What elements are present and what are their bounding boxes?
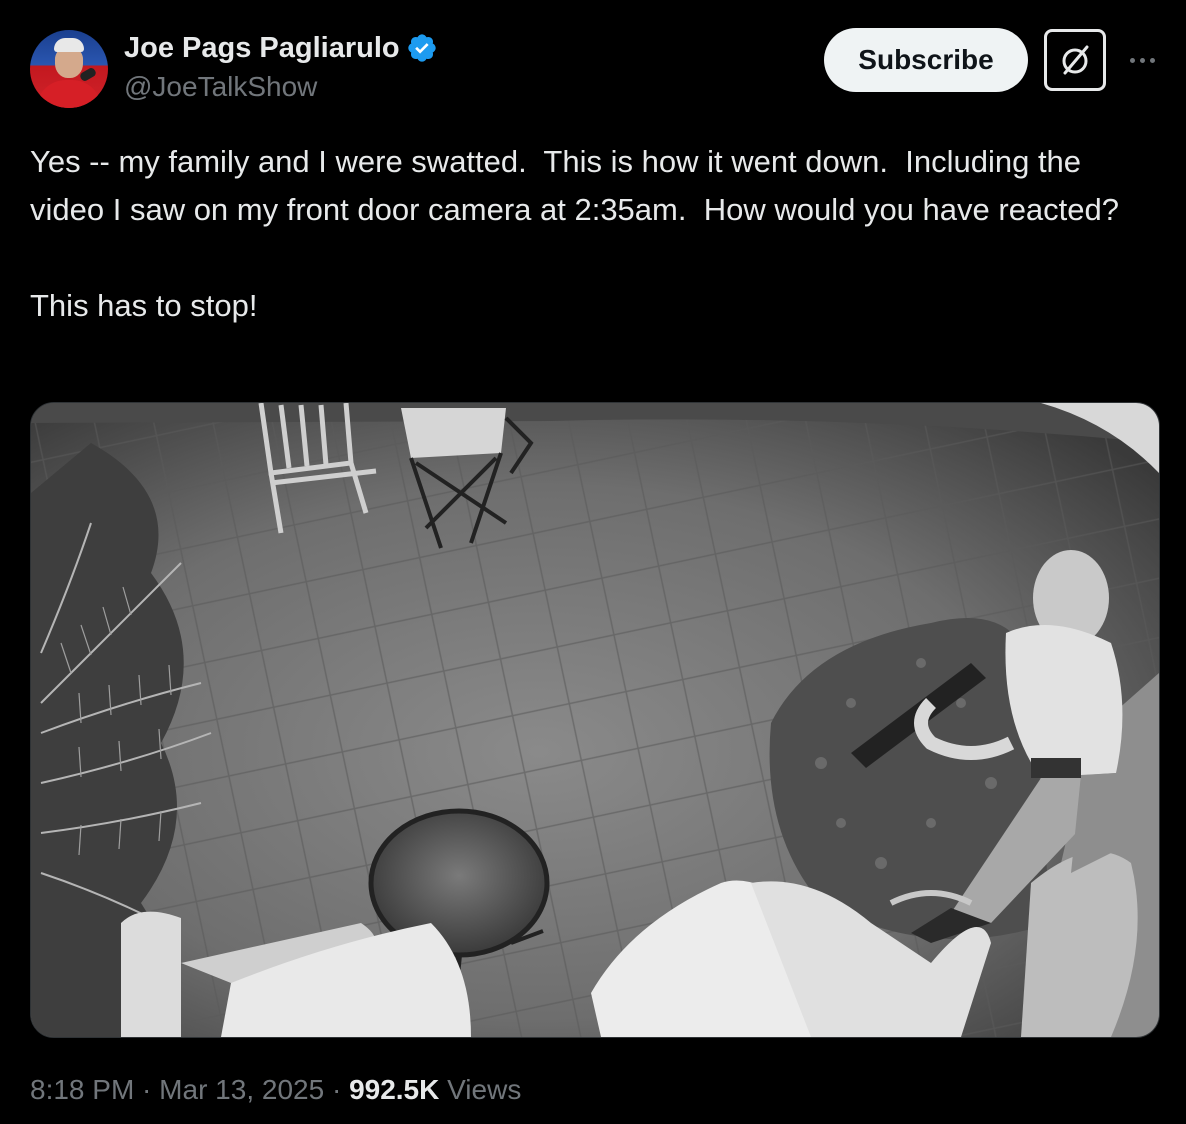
tweet-video[interactable] [30, 402, 1160, 1038]
avatar-hair [54, 38, 84, 52]
author-block: Joe Pags Pagliarulo @JoeTalkShow [124, 30, 438, 104]
more-dot [1129, 57, 1135, 63]
more-dot [1139, 57, 1145, 63]
tweet-paragraph-1: Yes -- my family and I were swatted. Thi… [30, 144, 1120, 227]
tweet-meta: 8:18 PM · Mar 13, 2025 · 992.5K Views [30, 1070, 521, 1110]
meta-separator: · [324, 1074, 350, 1105]
tweet-paragraph-2: This has to stop! [30, 288, 258, 323]
meta-separator: · [134, 1074, 160, 1105]
avatar-shirt [36, 80, 102, 108]
video-frame [31, 403, 1159, 1037]
author-name-row[interactable]: Joe Pags Pagliarulo [124, 30, 438, 66]
tweet-text: Yes -- my family and I were swatted. Thi… [30, 138, 1160, 330]
slashed-circle-icon [1062, 45, 1089, 75]
author-display-name[interactable]: Joe Pags Pagliarulo [124, 30, 400, 66]
more-horizontal-icon[interactable] [1124, 46, 1160, 74]
grok-button[interactable] [1044, 29, 1106, 91]
plant-right [1021, 851, 1138, 1037]
tweet-date[interactable]: Mar 13, 2025 [159, 1074, 324, 1105]
author-handle[interactable]: @JoeTalkShow [124, 70, 438, 104]
views-label-space [439, 1074, 447, 1105]
avatar[interactable] [30, 30, 108, 108]
tweet-time[interactable]: 8:18 PM [30, 1074, 134, 1105]
views-count[interactable]: 992.5K [349, 1074, 439, 1105]
verified-badge-icon [407, 34, 436, 62]
subscribe-button[interactable]: Subscribe [824, 28, 1028, 92]
more-dot [1149, 57, 1155, 63]
views-label[interactable]: Views [447, 1074, 521, 1105]
